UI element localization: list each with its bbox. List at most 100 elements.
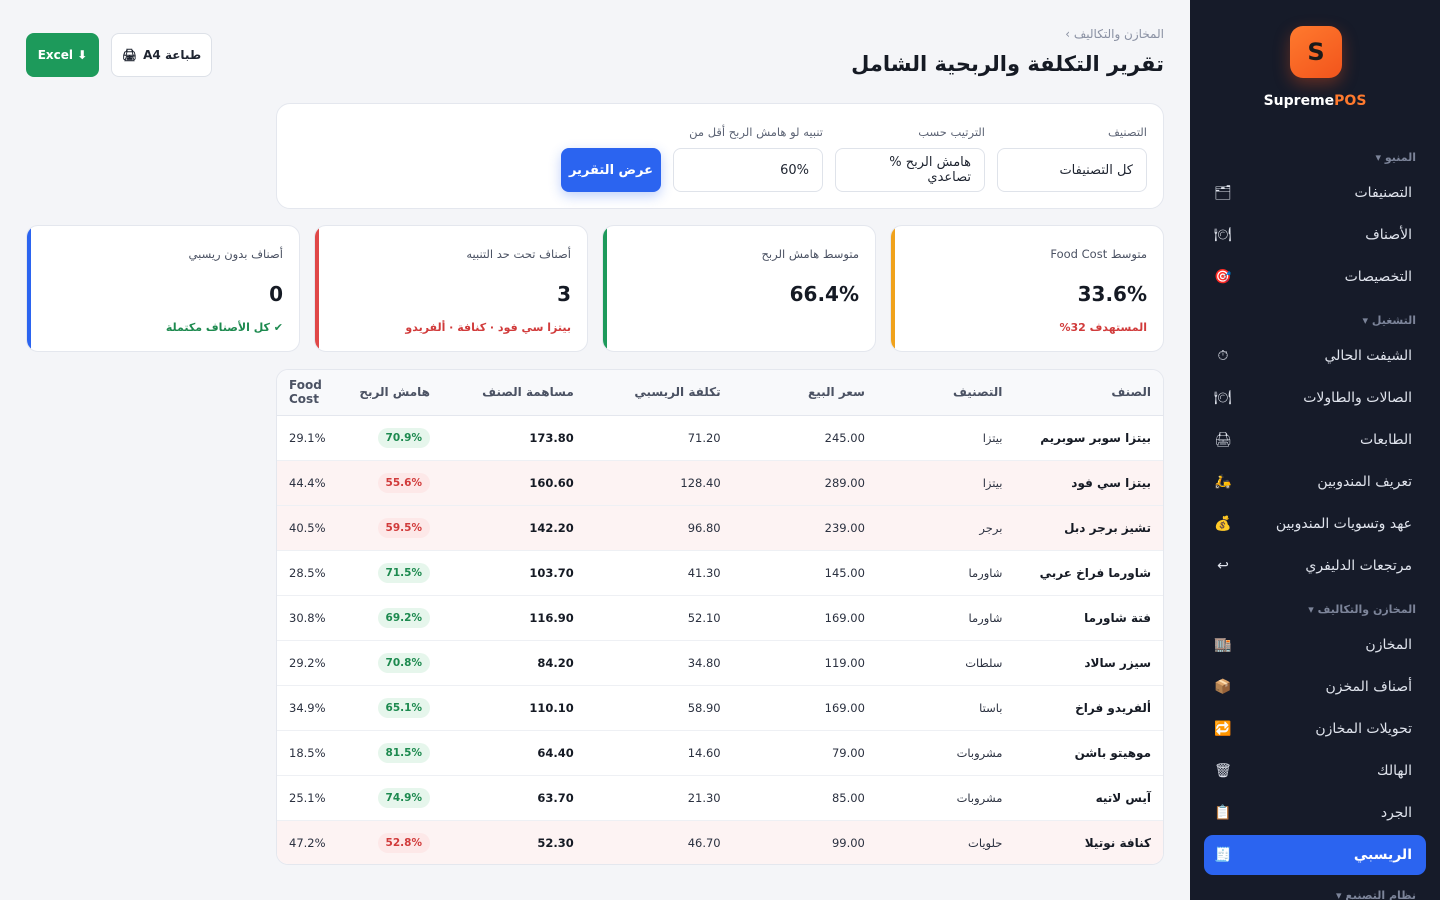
sidebar-item-label: التخصيصات (1344, 269, 1412, 285)
table-row[interactable]: بيتزا سي فود بيتزا 289.00 128.40 160.60 55.6%… (277, 460, 1163, 506)
cell-price: 85.00 (732, 775, 877, 821)
cell-item: فتة شاورما (1014, 595, 1163, 641)
cell-food-cost: 29.2% (277, 640, 338, 686)
sidebar-item-printers[interactable]: الطابعات 🖨 (1204, 420, 1426, 460)
cell-margin: 59.5% (337, 505, 458, 551)
page-title: تقرير التكلفة والربحية الشامل (851, 52, 1164, 76)
table-icon: 🍽 (1214, 390, 1232, 406)
table-row[interactable]: تشيز برجر دبل برجر 239.00 96.80 142.20 59.5% 4… (277, 505, 1163, 551)
plate-icon: 🍽 (1214, 227, 1232, 243)
cell-margin: 71.5% (337, 550, 458, 596)
margin-badge: 69.2% (377, 607, 430, 628)
sidebar-item-label: الصالات والطاولات (1303, 390, 1412, 406)
sidebar-item-current-shift[interactable]: الشيفت الحالي ⏱ (1204, 336, 1426, 376)
sidebar-item-warehouse-transfers[interactable]: تحويلات المخازن 🔁 (1204, 709, 1426, 749)
sidebar-item-label: الريسبي (1353, 847, 1412, 863)
export-excel-button[interactable]: Excel ⬇ (26, 33, 99, 77)
cell-category: بيتزا (876, 415, 1015, 461)
show-report-button[interactable]: عرض التقرير (561, 148, 661, 192)
cell-category: مشروبات (876, 730, 1015, 776)
trash-icon: 🗑 (1214, 763, 1232, 779)
table-row[interactable]: موهيتو باشن مشروبات 79.00 14.60 64.40 81.5% 18… (277, 730, 1163, 776)
sidebar-item-categories[interactable]: التصنيفات 🗂 (1204, 173, 1426, 213)
kpi-avg-food-cost: متوسط Food Cost 33.6% المستهدف 32% (890, 225, 1164, 352)
section-inventory[interactable]: المخازن والتكاليف ▾ (1308, 603, 1416, 616)
section-manufacturing[interactable]: نظام التصنيع ▾ (1336, 889, 1416, 900)
cell-category: سلطات (876, 640, 1015, 686)
col-header-price[interactable]: سعر البيع (732, 370, 877, 416)
sidebar-item-agent-settlements[interactable]: عهد وتسويات المندوبين 💰 (1204, 504, 1426, 544)
cell-contribution: 142.20 (457, 505, 586, 551)
col-header-recipe-cost[interactable]: تكلفة الريسبي (585, 370, 733, 416)
kpi-value: 66.4% (789, 282, 859, 306)
table-row[interactable]: بيتزا سوبر سوبريم بيتزا 245.00 71.20 173.80 7… (277, 415, 1163, 461)
col-header-contribution[interactable]: مساهمة الصنف (457, 370, 586, 416)
printer-icon: 🖨 (1214, 432, 1232, 448)
cell-food-cost: 18.5% (277, 730, 338, 776)
kpi-avg-margin: متوسط هامش الربح 66.4% (602, 225, 876, 352)
sort-select[interactable]: هامش الربح % تصاعدي (835, 148, 985, 192)
cell-recipe-cost: 71.20 (585, 415, 733, 461)
kpi-value: 0 (269, 282, 283, 306)
table-row[interactable]: شاورما فراخ عربي شاورما 145.00 41.30 103.70 7… (277, 550, 1163, 596)
print-a4-button[interactable]: طباعة A4 🖨 (111, 33, 212, 77)
cell-food-cost: 47.2% (277, 820, 338, 864)
col-header-item[interactable]: الصنف (1014, 370, 1163, 416)
sidebar-item-label: الهالك (1377, 763, 1412, 779)
table-row[interactable]: كنافة نوتيلا حلويات 99.00 46.70 52.30 52.8% 47… (277, 820, 1163, 864)
cell-food-cost: 28.5% (277, 550, 338, 596)
sidebar-item-halls-tables[interactable]: الصالات والطاولات 🍽 (1204, 378, 1426, 418)
breadcrumb[interactable]: المخازن والتكاليف › (1065, 27, 1164, 41)
table-row[interactable]: سيزر سالاد سلطات 119.00 34.80 84.20 70.8% 29.2… (277, 640, 1163, 686)
sidebar-item-customizations[interactable]: التخصيصات 🎯 (1204, 257, 1426, 297)
cell-recipe-cost: 128.40 (585, 460, 733, 506)
sidebar-item-stocktake[interactable]: الجرد 📋 (1204, 793, 1426, 833)
cell-item: بيتزا سي فود (1014, 460, 1163, 506)
sidebar-item-waste[interactable]: الهالك 🗑 (1204, 751, 1426, 791)
section-menu[interactable]: المنيو ▾ (1375, 151, 1416, 164)
col-header-food-cost[interactable]: Food Cost (277, 370, 338, 416)
filter-panel: التصنيف كل التصنيفات الترتيب حسب هامش ال… (276, 103, 1164, 209)
cell-food-cost: 44.4% (277, 460, 338, 506)
sidebar-item-label: التصنيفات (1354, 185, 1413, 201)
margin-badge: 52.8% (377, 832, 430, 853)
col-header-margin[interactable]: هامش الربح (337, 370, 458, 416)
sidebar-item-warehouse-items[interactable]: أصناف المخزن 📦 (1204, 667, 1426, 707)
cell-category: شاورما (876, 550, 1015, 596)
cell-margin: 81.5% (337, 730, 458, 776)
table-row[interactable]: ألفريدو فراخ باستا 169.00 58.90 110.10 65.1% 3… (277, 685, 1163, 731)
section-operations[interactable]: التشغيل ▾ (1363, 314, 1416, 327)
category-select[interactable]: كل التصنيفات (997, 148, 1147, 192)
sidebar-item-recipes[interactable]: الريسبي 🧾 (1204, 835, 1426, 875)
cell-item: آيس لاتيه (1014, 775, 1163, 821)
cell-recipe-cost: 58.90 (585, 685, 733, 731)
cell-price: 79.00 (732, 730, 877, 776)
cell-margin: 69.2% (337, 595, 458, 641)
table-row[interactable]: فتة شاورما شاورما 169.00 52.10 116.90 69.2% 30… (277, 595, 1163, 641)
clipboard-icon: 📋 (1214, 805, 1232, 821)
category-filter-label: التصنيف (1108, 125, 1147, 139)
sidebar-item-warehouses[interactable]: المخازن 🏬 (1204, 625, 1426, 665)
sidebar-item-items[interactable]: الأصناف 🍽 (1204, 215, 1426, 255)
kpi-note: المستهدف 32% (1059, 321, 1147, 334)
brand-name: SupremePOS (1263, 93, 1367, 109)
sidebar-item-delivery-returns[interactable]: مرتجعات الدليفري ↩ (1204, 546, 1426, 586)
cell-price: 245.00 (732, 415, 877, 461)
sidebar-item-label: الجرد (1380, 805, 1412, 821)
cell-contribution: 116.90 (457, 595, 586, 641)
cell-item: كنافة نوتيلا (1014, 820, 1163, 864)
table-row[interactable]: آيس لاتيه مشروبات 85.00 21.30 63.70 74.9% 25.1… (277, 775, 1163, 821)
cell-contribution: 110.10 (457, 685, 586, 731)
sidebar-item-label: أصناف المخزن (1325, 679, 1412, 695)
cell-contribution: 63.70 (457, 775, 586, 821)
cell-category: بيتزا (876, 460, 1015, 506)
sidebar-item-delivery-agents[interactable]: تعريف المندوبين 🛵 (1204, 462, 1426, 502)
cell-recipe-cost: 21.30 (585, 775, 733, 821)
cell-food-cost: 40.5% (277, 505, 338, 551)
cell-recipe-cost: 96.80 (585, 505, 733, 551)
alert-threshold-input[interactable]: 60% (673, 148, 823, 192)
col-header-category[interactable]: التصنيف (876, 370, 1015, 416)
printer-icon: 🖨 (121, 48, 138, 62)
cell-price: 145.00 (732, 550, 877, 596)
kpi-accent-bar (27, 226, 31, 351)
